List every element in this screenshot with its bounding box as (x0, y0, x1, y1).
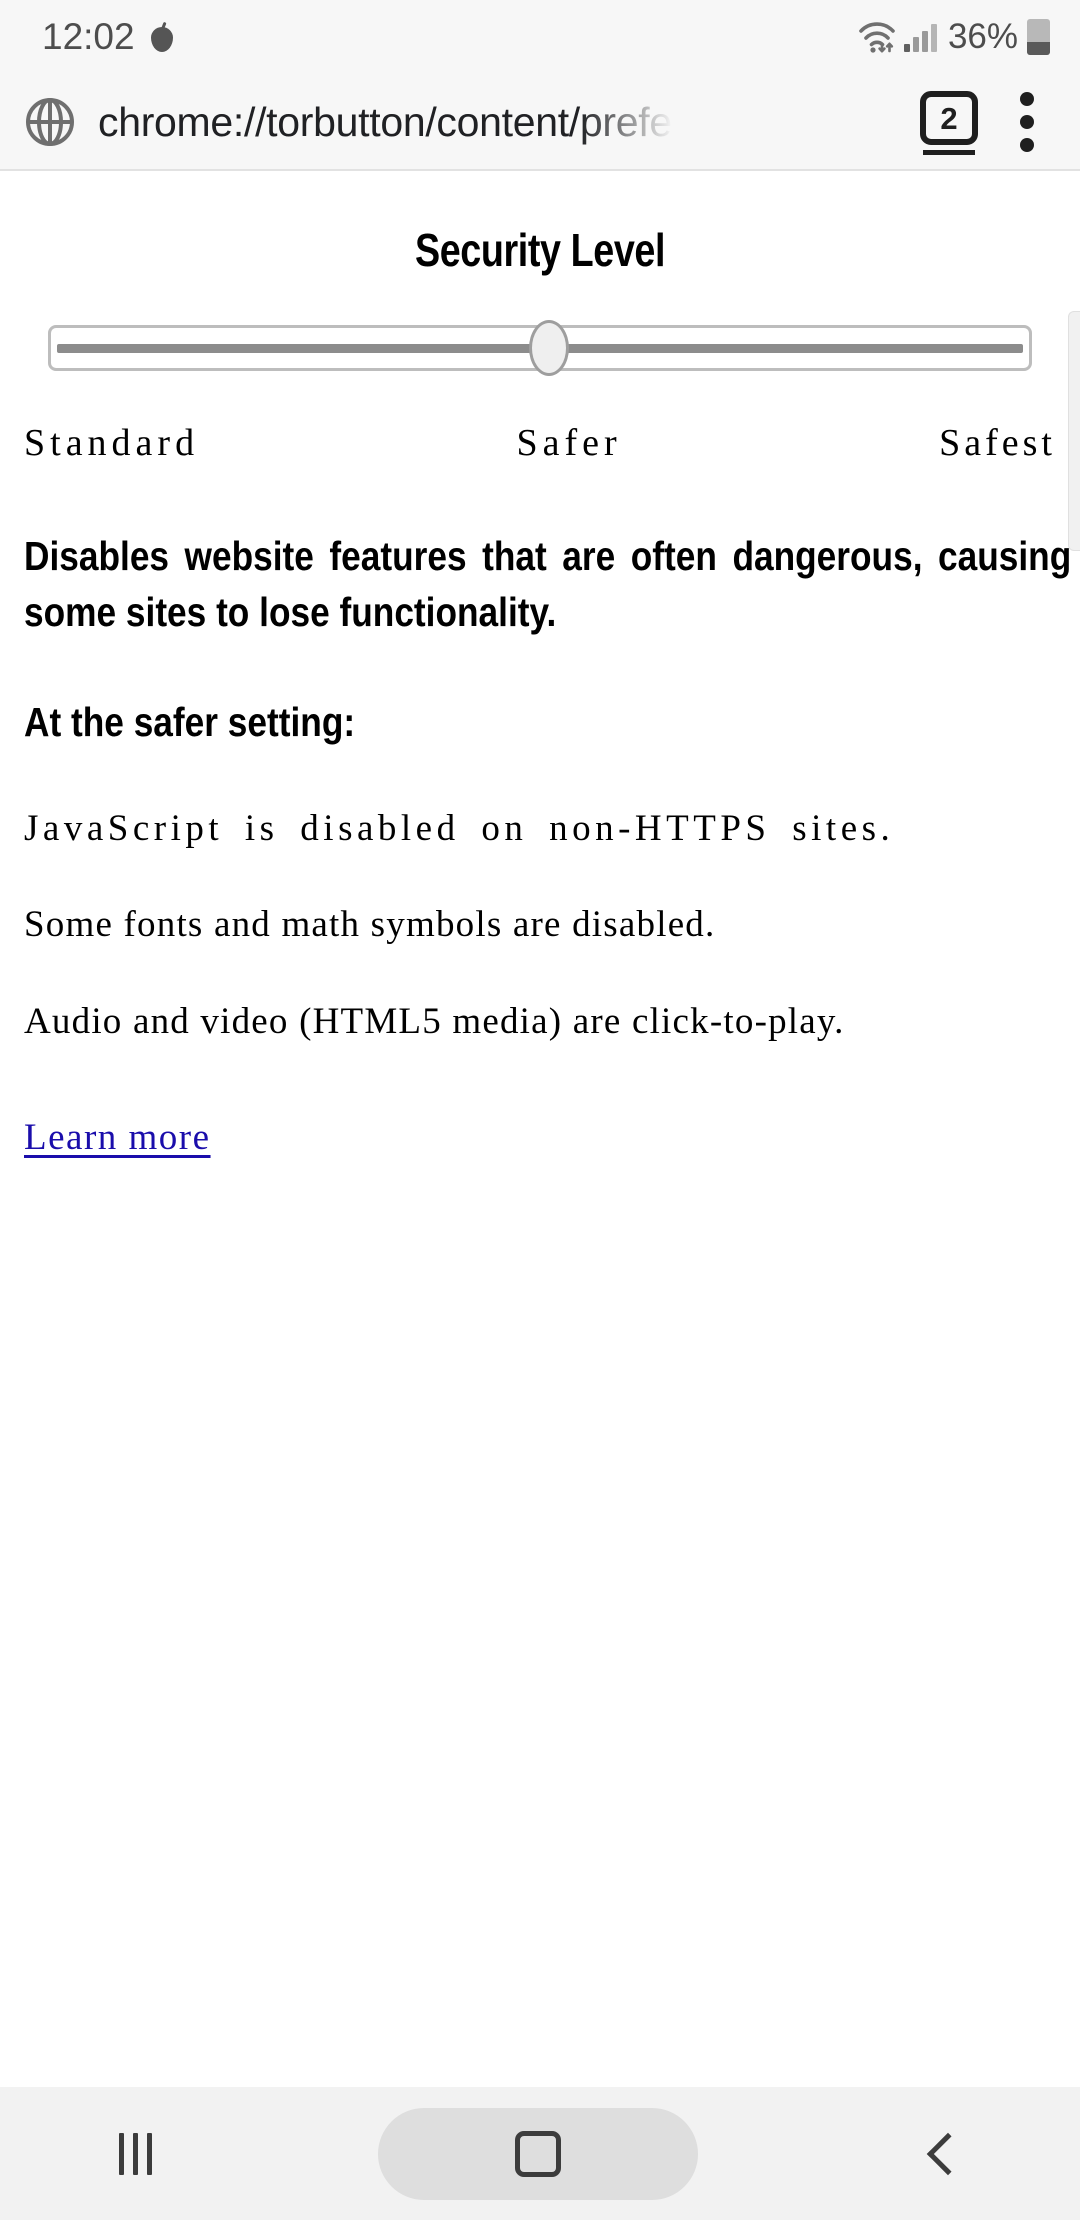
security-description: Disables website features that are often… (24, 533, 1072, 635)
battery-icon (1027, 19, 1050, 55)
phone-screen: 12:02 36% chrome://torbutton/content/pre… (0, 0, 1080, 2220)
url-text[interactable]: chrome://torbutton/content/prefe (98, 99, 672, 146)
feature-list: JavaScript is disabled on non-HTTPS site… (24, 802, 1056, 1050)
recents-icon[interactable] (107, 2132, 163, 2176)
globe-icon (24, 96, 76, 148)
list-item: Some fonts and math symbols are disabled… (24, 904, 716, 946)
page-scrollbar[interactable] (1068, 311, 1080, 551)
page-content: Security Level Standard Safer Safest Dis… (0, 171, 1080, 2087)
slider-label-safest[interactable]: Safest (939, 421, 1056, 465)
back-icon[interactable] (913, 2124, 973, 2184)
slider-label-safer[interactable]: Safer (517, 421, 622, 465)
overflow-menu-icon[interactable] (1018, 91, 1036, 153)
android-navigation-bar (0, 2087, 1080, 2220)
slider-thumb[interactable] (529, 320, 569, 376)
url-input-wrapper[interactable]: chrome://torbutton/content/prefe (98, 92, 904, 152)
list-item: JavaScript is disabled on non-HTTPS site… (24, 807, 895, 849)
slider-track[interactable] (48, 320, 1032, 376)
page-title: Security Level (414, 224, 666, 276)
status-bar-clock: 12:02 (42, 16, 135, 57)
security-level-slider[interactable] (48, 320, 1032, 376)
security-description-block: Disables website features that are often… (24, 529, 1071, 1159)
status-bar-left: 12:02 (42, 16, 175, 58)
bomb-icon (149, 21, 175, 52)
signal-bars-icon (903, 22, 937, 52)
home-icon[interactable] (377, 2107, 698, 2200)
tab-count-label: 2 (940, 100, 958, 136)
tab-counter-button[interactable]: 2 (920, 91, 978, 155)
safer-setting-heading: At the safer setting: (24, 698, 356, 745)
slider-label-standard[interactable]: Standard (24, 421, 199, 465)
slider-labels: Standard Safer Safest (24, 421, 1056, 465)
list-item: Audio and video (HTML5 media) are click-… (24, 1001, 845, 1042)
wifi-icon (857, 20, 897, 54)
learn-more-link[interactable]: Learn more (24, 1116, 211, 1159)
battery-percent-label: 36% (947, 17, 1018, 56)
status-bar: 12:02 36% (0, 0, 1080, 74)
browser-url-bar[interactable]: chrome://torbutton/content/prefe 2 (0, 74, 1080, 170)
status-bar-right: 36% (857, 17, 1050, 57)
